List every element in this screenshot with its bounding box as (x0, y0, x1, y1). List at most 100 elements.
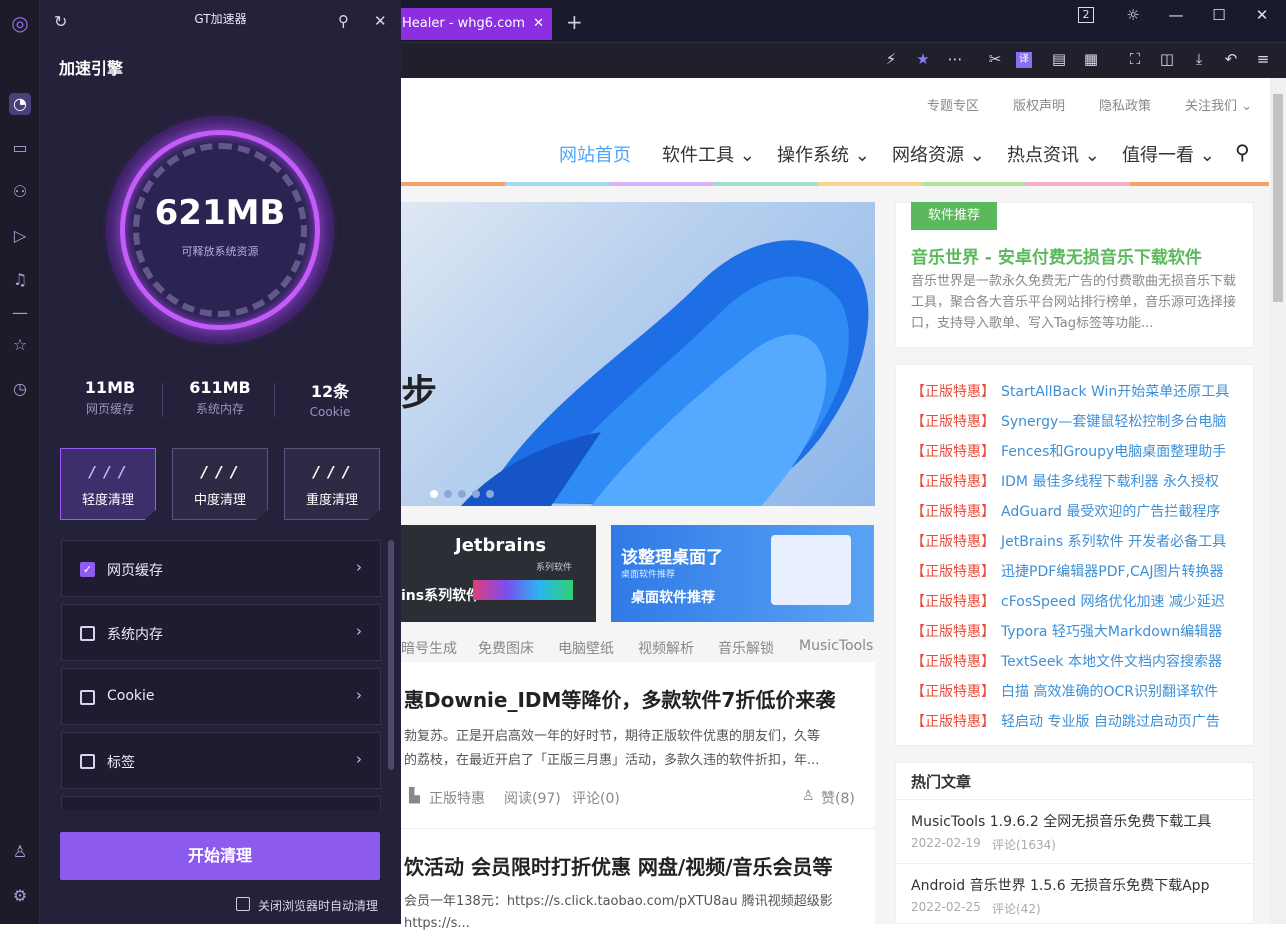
split-icon[interactable]: ◫ (1156, 50, 1178, 68)
fullscreen-icon[interactable]: ⛶ (1124, 50, 1146, 68)
checkbox[interactable] (80, 690, 95, 705)
promo-item[interactable]: 【正版特惠】 IDM 最佳多线程下载利器 永久授权 (911, 471, 1219, 491)
promo-item[interactable]: 【正版特惠】 Fences和Groupy电脑桌面整理助手 (911, 441, 1226, 461)
more-icon[interactable]: ⋯ (944, 50, 966, 68)
user-add-icon[interactable]: ⚇ (9, 181, 31, 203)
maximize-icon[interactable]: ☐ (1207, 6, 1231, 24)
thumb-jetbrains[interactable]: Jetbrains 系列软件 ins系列软件 (401, 525, 596, 622)
mode-heavy-clean[interactable]: / / / 重度清理 (284, 448, 380, 520)
browser-tab[interactable]: Healer - whg6.com ✕ (400, 8, 552, 40)
pin-icon[interactable]: ⚲ (338, 12, 349, 30)
download-icon[interactable]: ⤓ (1188, 50, 1210, 68)
promo-item[interactable]: 【正版特惠】 轻启动 专业版 自动跳过启动页广告 (911, 711, 1220, 731)
undo-icon[interactable]: ↶ (1220, 50, 1242, 68)
toplink-copyright[interactable]: 版权声明 (1013, 95, 1065, 114)
new-tab-button[interactable]: + (566, 10, 583, 34)
clean-item-cookie[interactable]: Cookie › (61, 668, 381, 725)
checkbox-checked[interactable]: ✓ (80, 562, 95, 577)
post-likes[interactable]: 赞(8) (821, 788, 855, 808)
promo-text[interactable]: Typora 轻巧强大Markdown编辑器 (1001, 624, 1222, 640)
promo-text[interactable]: StartAllBack Win开始菜单还原工具 (1001, 384, 1229, 400)
nav-home[interactable]: 网站首页 (559, 141, 631, 167)
promo-text[interactable]: 白描 高效准确的OCR识别翻译软件 (1001, 684, 1218, 700)
post-title[interactable]: 饮活动 会员限时打折优惠 网盘/视频/音乐会员等 (404, 851, 833, 880)
nav-resources[interactable]: 网络资源 ⌄ (892, 141, 985, 167)
close-window-icon[interactable]: ✕ (1250, 6, 1274, 24)
promo-item[interactable]: 【正版特惠】 TextSeek 本地文件文档内容搜索器 (911, 651, 1222, 671)
post-comments[interactable]: 评论(0) (572, 788, 620, 808)
minimize-icon[interactable]: — (1164, 6, 1188, 24)
toplink-topics[interactable]: 专题专区 (927, 95, 979, 114)
theme-icon[interactable]: ☼ (1121, 6, 1145, 24)
menu-icon[interactable]: ≡ (1252, 50, 1274, 68)
star-icon[interactable]: ★ (912, 50, 934, 68)
mode-medium-clean[interactable]: / / / 中度清理 (172, 448, 268, 520)
post-category[interactable]: 正版特惠 (429, 788, 485, 808)
chevron-right-icon[interactable]: › (356, 750, 362, 768)
like-icon[interactable]: ♙ (802, 788, 815, 804)
window-count-badge[interactable]: 2 (1078, 7, 1094, 23)
history-icon[interactable]: ◷ (9, 378, 31, 400)
thumbs-up-icon[interactable]: ♙ (9, 841, 31, 863)
article-title[interactable]: MusicTools 1.9.6.2 全网无损音乐免费下载工具 (911, 811, 1211, 831)
hero-slider[interactable] (401, 202, 875, 506)
tag-link[interactable]: MusicTools (799, 638, 873, 654)
scrollbar-thumb[interactable] (1273, 94, 1283, 302)
promo-text[interactable]: TextSeek 本地文件文档内容搜索器 (1001, 654, 1222, 670)
promo-item[interactable]: 【正版特惠】 JetBrains 系列软件 开发者必备工具 (911, 531, 1226, 551)
lightning-icon[interactable]: ⚡ (880, 50, 902, 68)
checkbox[interactable] (80, 754, 95, 769)
apps-icon[interactable]: ▦ (1080, 50, 1102, 68)
promo-item[interactable]: 【正版特惠】 白描 高效准确的OCR识别翻译软件 (911, 681, 1218, 701)
tab-close-icon[interactable]: ✕ (533, 8, 544, 40)
promo-text[interactable]: 迅捷PDF编辑器PDF,CAJ图片转换器 (1001, 564, 1223, 580)
favorites-icon[interactable]: ☆ (9, 334, 31, 356)
chevron-right-icon[interactable]: › (356, 622, 362, 640)
clean-item-tabs[interactable]: 标签 › (61, 732, 381, 789)
close-panel-icon[interactable]: ✕ (374, 12, 387, 30)
promo-text[interactable]: JetBrains 系列软件 开发者必备工具 (1001, 534, 1226, 550)
chevron-right-icon[interactable]: › (356, 686, 362, 704)
featured-title[interactable]: 音乐世界 - 安卓付费无损音乐下载软件 (911, 243, 1202, 268)
clean-item-system-memory[interactable]: 系统内存 › (61, 604, 381, 661)
checkbox[interactable] (80, 626, 95, 641)
article-title[interactable]: Android 音乐世界 1.5.6 无损音乐免费下载App (911, 875, 1209, 895)
promo-text[interactable]: AdGuard 最受欢迎的广告拦截程序 (1001, 504, 1220, 520)
settings-icon[interactable]: ⚙ (9, 885, 31, 907)
promo-text[interactable]: 轻启动 专业版 自动跳过启动页广告 (1001, 714, 1220, 730)
start-clean-button[interactable]: 开始清理 (60, 832, 380, 880)
nav-worth[interactable]: 值得一看 ⌄ (1122, 141, 1215, 167)
panel-scrollbar[interactable] (388, 540, 394, 770)
scissors-icon[interactable]: ✂ (984, 50, 1006, 68)
promo-item[interactable]: 【正版特惠】 Typora 轻巧强大Markdown编辑器 (911, 621, 1222, 641)
mode-light-clean[interactable]: / / / 轻度清理 (60, 448, 156, 520)
translate-icon[interactable]: 译 (1016, 52, 1032, 68)
nav-software[interactable]: 软件工具 ⌄ (662, 141, 755, 167)
toplink-follow[interactable]: 关注我们 ⌄ (1185, 95, 1252, 114)
tag-link[interactable]: 暗号生成 (401, 638, 457, 658)
accelerator-icon[interactable]: ◔ (9, 93, 31, 115)
video-icon[interactable]: ▷ (9, 225, 31, 247)
toplink-privacy[interactable]: 隐私政策 (1099, 95, 1151, 114)
page-scrollbar[interactable] (1270, 78, 1286, 924)
promo-item[interactable]: 【正版特惠】 cFosSpeed 网络优化加速 减少延迟 (911, 591, 1225, 611)
tag-link[interactable]: 视频解析 (638, 638, 694, 658)
post-title[interactable]: 惠Downie_IDM等降价，多款软件7折低价来袭 (404, 684, 835, 713)
tag-link[interactable]: 电脑壁纸 (558, 638, 614, 658)
promo-item[interactable]: 【正版特惠】 Synergy—套键鼠轻松控制多台电脑 (911, 411, 1226, 431)
tag-link[interactable]: 免费图床 (478, 638, 534, 658)
clean-item-web-cache[interactable]: ✓ 网页缓存 › (61, 540, 381, 597)
chevron-right-icon[interactable]: › (356, 558, 362, 576)
promo-text[interactable]: IDM 最佳多线程下载利器 永久授权 (1001, 474, 1219, 490)
auto-clean-checkbox[interactable] (236, 897, 250, 911)
nav-os[interactable]: 操作系统 ⌄ (777, 141, 870, 167)
promo-item[interactable]: 【正版特惠】 StartAllBack Win开始菜单还原工具 (911, 381, 1229, 401)
tag-link[interactable]: 音乐解锁 (718, 638, 774, 658)
promo-text[interactable]: Fences和Groupy电脑桌面整理助手 (1001, 444, 1226, 460)
nav-news[interactable]: 热点资讯 ⌄ (1007, 141, 1100, 167)
promo-item[interactable]: 【正版特惠】 迅捷PDF编辑器PDF,CAJ图片转换器 (911, 561, 1223, 581)
screenshot-icon[interactable]: ▭ (9, 137, 31, 159)
search-icon[interactable]: ⚲ (1235, 140, 1250, 164)
music-icon[interactable]: ♫ (9, 269, 31, 291)
promo-item[interactable]: 【正版特惠】 AdGuard 最受欢迎的广告拦截程序 (911, 501, 1220, 521)
